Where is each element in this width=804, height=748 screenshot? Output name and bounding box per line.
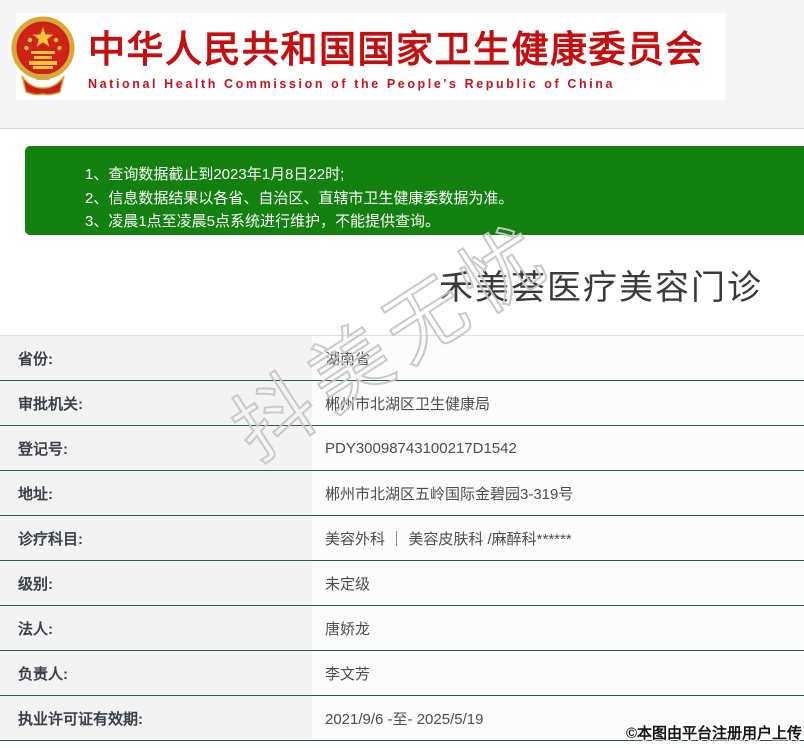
row-value: 郴州市北湖区卫生健康局 (312, 381, 804, 425)
row-value: 郴州市北湖区五岭国际金碧园3-319号 (312, 471, 804, 515)
nhc-banner: 中华人民共和国国家卫生健康委员会 National Health Commiss… (11, 13, 725, 100)
license-query-result-page: 中华人民共和国国家卫生健康委员会 National Health Commiss… (0, 0, 804, 748)
row-value: PDY30098743100217D1542 (312, 426, 804, 470)
china-national-emblem-icon (11, 16, 75, 96)
table-row-level: 级别: 未定级 (0, 561, 804, 606)
row-label: 地址: (0, 471, 312, 515)
row-value: 未定级 (312, 561, 804, 605)
row-label: 诊疗科目: (0, 516, 312, 560)
table-row-address: 地址: 郴州市北湖区五岭国际金碧园3-319号 (0, 471, 804, 516)
table-row-registration-number: 登记号: PDY30098743100217D1542 (0, 426, 804, 471)
row-value: 唐娇龙 (312, 606, 804, 650)
upload-copyright-stamp: ©本图由平台注册用户上传 (625, 725, 802, 742)
table-row-province: 省份: 湖南省 (0, 336, 804, 381)
header-titles: 中华人民共和国国家卫生健康委员会 National Health Commiss… (88, 19, 704, 91)
row-label: 法人: (0, 606, 312, 650)
row-value: 李文芳 (312, 651, 804, 695)
table-row-person-in-charge: 负责人: 李文芳 (0, 651, 804, 696)
table-row-approval-authority: 审批机关: 郴州市北湖区卫生健康局 (0, 381, 804, 426)
row-value: 湖南省 (312, 336, 804, 380)
row-label: 负责人: (0, 651, 312, 695)
nhc-title-cn: 中华人民共和国国家卫生健康委员会 (88, 29, 704, 70)
table-row-legal-person: 法人: 唐娇龙 (0, 606, 804, 651)
row-label: 执业许可证有效期: (0, 696, 312, 740)
query-notice-box: 1、查询数据截止到2023年1月8日22时; 2、信息数据结果以各省、自治区、直… (25, 146, 804, 235)
row-label: 审批机关: (0, 381, 312, 425)
row-label: 登记号: (0, 426, 312, 470)
row-label: 级别: (0, 561, 312, 605)
row-value: 美容外科 ｜ 美容皮肤科 /麻醉科****** (312, 516, 804, 560)
notice-line-2: 2、信息数据结果以各省、自治区、直辖市卫生健康委数据为准。 (85, 189, 514, 207)
institution-name-title: 禾美荟医疗美容门诊 (439, 269, 763, 307)
header-band: 中华人民共和国国家卫生健康委员会 National Health Commiss… (0, 0, 804, 129)
institution-detail-table: 省份: 湖南省 审批机关: 郴州市北湖区卫生健康局 登记号: PDY300987… (0, 335, 804, 741)
notice-line-3: 3、凌晨1点至凌晨5点系统进行维护，不能提供查询。 (85, 213, 441, 230)
nhc-title-en: National Health Commission of the People… (88, 77, 616, 91)
table-row-clinical-departments: 诊疗科目: 美容外科 ｜ 美容皮肤科 /麻醉科****** (0, 516, 804, 561)
row-label: 省份: (0, 336, 312, 380)
notice-line-1: 1、查询数据截止到2023年1月8日22时; (85, 166, 345, 183)
